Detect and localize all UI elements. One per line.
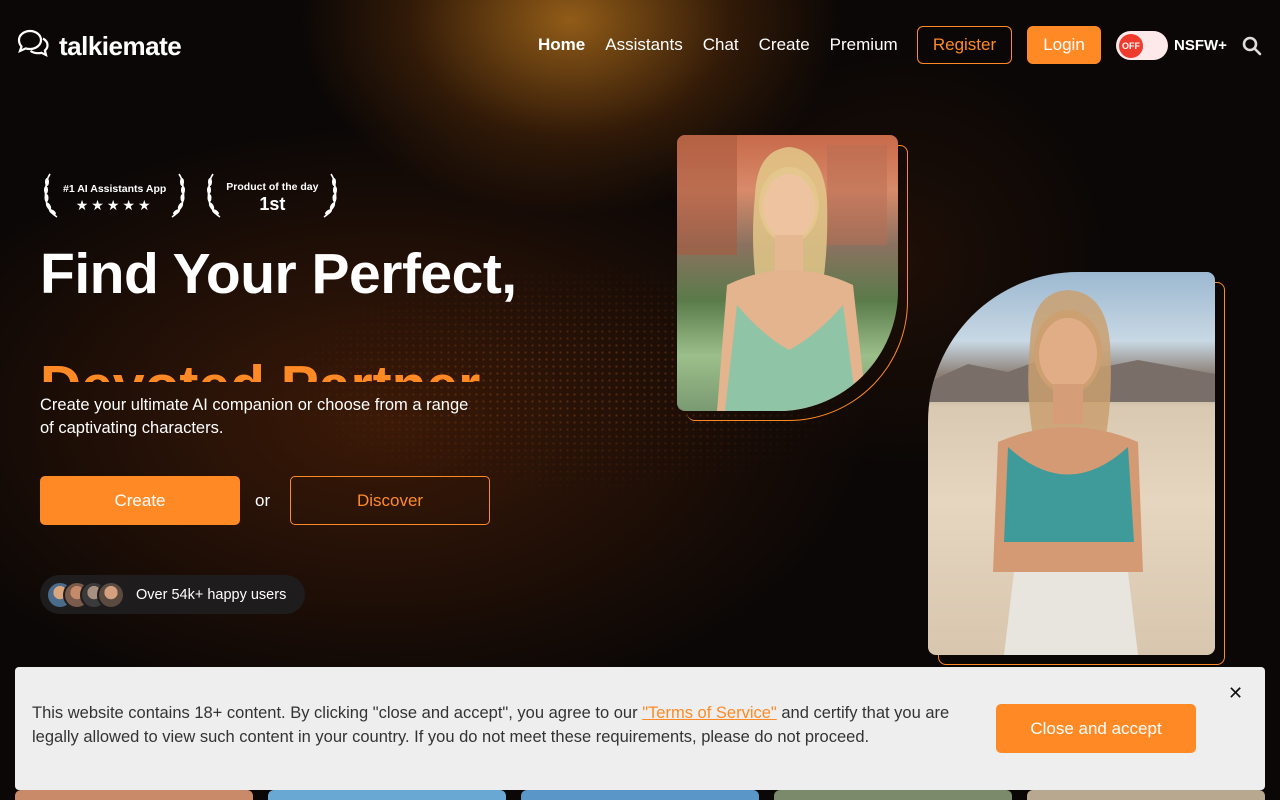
- search-icon[interactable]: [1242, 36, 1262, 61]
- nav-create[interactable]: Create: [759, 35, 810, 55]
- character-thumbnail[interactable]: [521, 790, 759, 800]
- character-thumbnail[interactable]: [774, 790, 1012, 800]
- laurel-left-icon: [43, 173, 59, 224]
- featured-character-image-2: [928, 272, 1215, 655]
- character-thumbnails: [15, 790, 1265, 800]
- login-button[interactable]: Login: [1027, 26, 1101, 64]
- nsfw-toggle[interactable]: OFF: [1116, 31, 1168, 60]
- happy-users-badge: Over 54k+ happy users: [40, 575, 305, 614]
- discover-button[interactable]: Discover: [290, 476, 490, 525]
- laurel-right-icon: [322, 173, 338, 224]
- logo[interactable]: talkiemate: [15, 28, 182, 65]
- header: talkiemate Home Assistants Chat Create P…: [0, 0, 1280, 90]
- hero-subtitle: Devoted Partner: [40, 358, 560, 383]
- nav-premium[interactable]: Premium: [830, 35, 898, 55]
- logo-text: talkiemate: [59, 31, 182, 61]
- nav-home[interactable]: Home: [538, 35, 585, 55]
- chat-bubbles-icon: [15, 28, 51, 65]
- character-thumbnail[interactable]: [268, 790, 506, 800]
- close-and-accept-button[interactable]: Close and accept: [996, 704, 1196, 753]
- main-nav: Home Assistants Chat Create Premium: [538, 35, 898, 55]
- award-top-app: #1 AI Assistants App ★★★★★: [43, 173, 186, 224]
- award-title: #1 AI Assistants App: [63, 182, 167, 195]
- character-thumbnail[interactable]: [1027, 790, 1265, 800]
- hero-title: Find Your Perfect,: [40, 242, 517, 306]
- register-button[interactable]: Register: [917, 26, 1012, 64]
- terms-of-service-link[interactable]: "Terms of Service": [642, 704, 777, 722]
- banner-message: This website contains 18+ content. By cl…: [32, 701, 982, 749]
- award-product-of-day: Product of the day 1st: [206, 173, 338, 224]
- create-button[interactable]: Create: [40, 476, 240, 525]
- toggle-knob: OFF: [1119, 34, 1143, 58]
- award-text: #1 AI Assistants App ★★★★★: [63, 183, 166, 214]
- or-separator: or: [255, 491, 271, 510]
- award-rank: 1st: [259, 194, 286, 214]
- award-text: Product of the day 1st: [226, 181, 318, 215]
- award-title: Product of the day: [226, 181, 319, 193]
- nav-chat[interactable]: Chat: [703, 35, 739, 55]
- banner-text-before: This website contains 18+ content. By cl…: [32, 704, 643, 722]
- star-rating: ★★★★★: [75, 196, 154, 213]
- laurel-right-icon: [170, 173, 186, 224]
- avatar: [97, 580, 125, 609]
- close-icon[interactable]: ✕: [1228, 683, 1243, 704]
- nsfw-label: NSFW+: [1174, 37, 1227, 54]
- featured-character-image-1: [677, 135, 898, 411]
- users-count-text: Over 54k+ happy users: [136, 586, 287, 603]
- hero-description: Create your ultimate AI companion or cho…: [40, 396, 469, 437]
- user-avatars: [46, 580, 125, 609]
- nav-assistants[interactable]: Assistants: [605, 35, 682, 55]
- age-consent-banner: This website contains 18+ content. By cl…: [15, 667, 1265, 790]
- character-thumbnail[interactable]: [15, 790, 253, 800]
- awards: #1 AI Assistants App ★★★★★ Product of th…: [43, 173, 338, 224]
- hero-subtitle-clip: Devoted Partner: [40, 352, 560, 383]
- laurel-left-icon: [206, 173, 222, 224]
